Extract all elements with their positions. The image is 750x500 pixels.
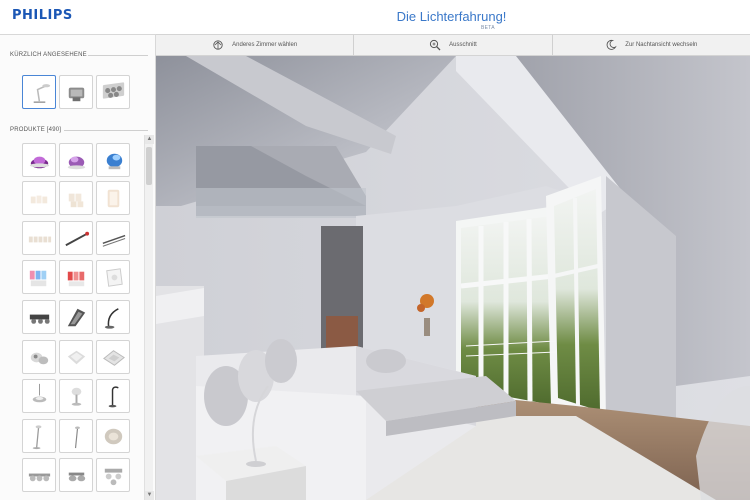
white-tile-light-icon xyxy=(106,268,123,287)
product-thumb[interactable] xyxy=(22,419,56,453)
product-thumb[interactable] xyxy=(59,458,93,492)
divider xyxy=(64,130,148,131)
room-select-icon xyxy=(213,40,223,50)
product-thumb[interactable] xyxy=(59,379,93,413)
product-thumb[interactable] xyxy=(59,181,93,215)
rod-light-icon xyxy=(65,231,90,247)
product-thumb[interactable] xyxy=(22,260,56,294)
product-thumb[interactable] xyxy=(59,419,93,453)
candle-lights-icon xyxy=(30,195,48,204)
product-thumb[interactable] xyxy=(22,458,56,492)
double-spot-icon xyxy=(68,472,86,482)
color-cups-icon xyxy=(29,270,47,287)
sidebar: KÜRZLICH ANGESEHENE PRODUKTE [490] ▲ ▼ xyxy=(0,34,156,500)
product-thumb[interactable] xyxy=(22,340,56,374)
spot-cluster-icon xyxy=(30,352,49,365)
product-thumb[interactable] xyxy=(96,340,130,374)
spot-bar-icon xyxy=(29,314,50,324)
scroll-thumb[interactable] xyxy=(146,147,152,185)
product-thumb[interactable] xyxy=(96,458,130,492)
product-thumb[interactable] xyxy=(59,260,93,294)
blue-orb-lamp-icon xyxy=(106,153,123,170)
wave-lamp-icon xyxy=(67,308,86,327)
floor-lamp-icon xyxy=(32,425,42,450)
night-view-button[interactable]: Zur Nachtansicht wechseln xyxy=(553,35,750,55)
purple-livingcolors-icon xyxy=(29,156,50,169)
flat-ceiling-icon xyxy=(104,428,123,445)
product-thumb[interactable] xyxy=(59,340,93,374)
glass-candle-icon xyxy=(107,189,120,208)
recent-item[interactable] xyxy=(22,75,56,109)
product-thumb[interactable] xyxy=(22,221,56,255)
recent-section-title: KÜRZLICH ANGESEHENE xyxy=(10,52,87,58)
wall-light-icon xyxy=(68,87,85,102)
triple-spot-icon xyxy=(28,473,51,482)
app-window: PHILIPS Die Lichterfahrung! BETA KÜRZLIC… xyxy=(0,0,750,500)
header: PHILIPS Die Lichterfahrung! BETA xyxy=(0,0,750,34)
arc-desk-lamp-icon xyxy=(104,308,119,329)
product-thumb[interactable] xyxy=(96,143,130,177)
table-lamp-icon xyxy=(71,387,82,406)
zoom-button[interactable]: Ausschnitt xyxy=(354,35,553,55)
room-render[interactable] xyxy=(156,56,750,500)
candle-set-icon xyxy=(68,193,84,208)
recent-item[interactable] xyxy=(59,75,93,109)
scroll-down-icon[interactable]: ▼ xyxy=(145,491,154,500)
choose-room-button[interactable]: Anderes Zimmer wählen xyxy=(156,35,355,55)
tealight-row-icon xyxy=(28,236,52,243)
product-thumb[interactable] xyxy=(22,143,56,177)
product-thumb[interactable] xyxy=(22,379,56,413)
scroll-up-icon[interactable]: ▲ xyxy=(145,135,154,144)
product-thumb[interactable] xyxy=(96,379,130,413)
zoom-icon xyxy=(430,39,441,51)
beta-badge: BETA xyxy=(481,25,495,31)
product-thumb[interactable] xyxy=(22,181,56,215)
rod-light-long-icon xyxy=(102,234,126,247)
scrollbar[interactable]: ▲ ▼ xyxy=(144,135,154,500)
recent-item[interactable] xyxy=(96,75,130,109)
square-ceiling-icon xyxy=(103,350,125,366)
choose-room-label: Anderes Zimmer wählen xyxy=(232,42,298,48)
quad-spot-icon xyxy=(104,468,123,486)
red-cups-icon xyxy=(67,271,85,287)
product-thumb[interactable] xyxy=(96,221,130,255)
divider xyxy=(88,55,148,56)
desk-lamp-icon xyxy=(33,84,51,103)
product-thumb[interactable] xyxy=(22,300,56,334)
product-thumb[interactable] xyxy=(96,300,130,334)
products-section-title: PRODUKTE [490] xyxy=(10,127,62,133)
moon-icon xyxy=(606,39,617,50)
product-thumb[interactable] xyxy=(96,260,130,294)
bedroom-scene xyxy=(156,56,750,500)
zoom-label: Ausschnitt xyxy=(449,42,477,48)
reading-lamp-icon xyxy=(108,386,119,408)
product-thumb[interactable] xyxy=(96,181,130,215)
floor-lamp-thin-icon xyxy=(74,426,80,449)
product-thumb[interactable] xyxy=(59,143,93,177)
pendant-lamp-icon xyxy=(32,383,47,403)
blue-livingcolors-icon xyxy=(67,156,86,170)
product-thumb[interactable] xyxy=(59,221,93,255)
spotlight-panel-icon xyxy=(102,82,125,99)
product-thumb[interactable] xyxy=(96,419,130,453)
toolbar: Anderes Zimmer wählen Ausschnitt Zur Nac… xyxy=(156,34,750,56)
night-view-label: Zur Nachtansicht wechseln xyxy=(625,42,698,48)
product-thumb[interactable] xyxy=(59,300,93,334)
page-title: Die Lichterfahrung! xyxy=(396,9,507,24)
round-ceiling-icon xyxy=(67,350,86,365)
